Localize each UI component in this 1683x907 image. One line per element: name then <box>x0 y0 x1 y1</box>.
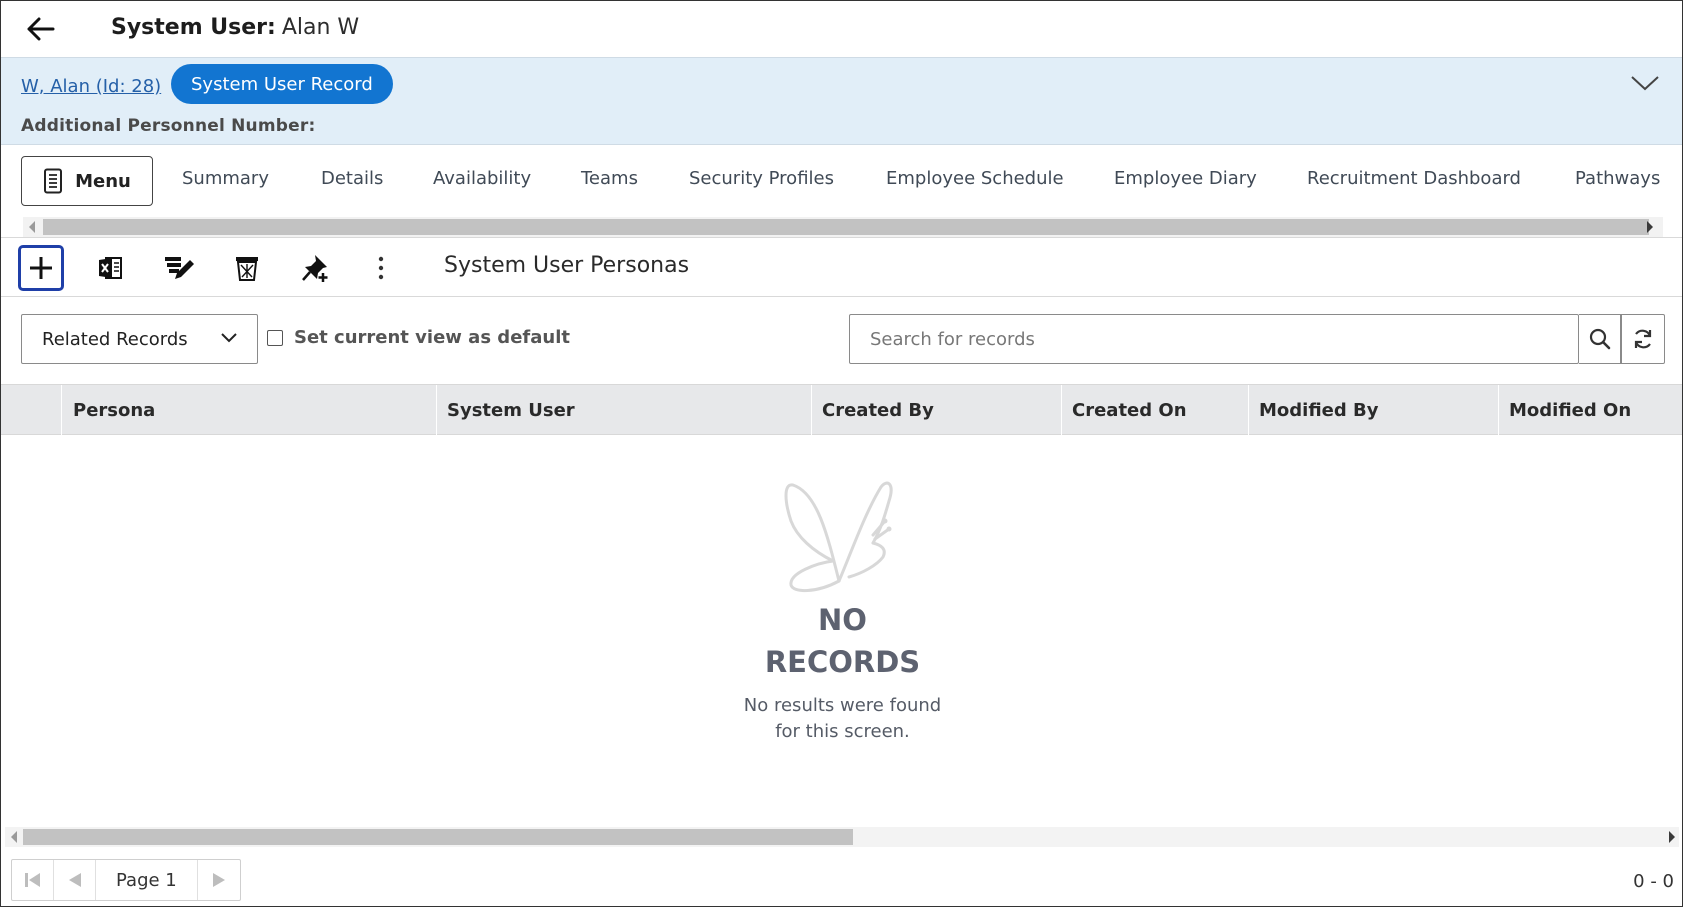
back-arrow-icon[interactable] <box>23 11 59 47</box>
first-page-button[interactable] <box>12 860 54 900</box>
set-default-view-checkbox[interactable] <box>267 330 283 346</box>
next-page-icon <box>212 873 225 887</box>
toolbar: System User Personas <box>1 239 1682 297</box>
next-page-button[interactable] <box>198 860 240 900</box>
more-options-button[interactable] <box>358 245 404 291</box>
delete-button[interactable] <box>224 245 270 291</box>
set-default-view-label[interactable]: Set current view as default <box>294 327 570 348</box>
tab-security-profiles[interactable]: Security Profiles <box>689 168 834 189</box>
record-count: 0 - 0 <box>1633 871 1674 892</box>
scroll-left-arrow-icon[interactable] <box>29 221 35 233</box>
refresh-icon <box>1634 329 1652 349</box>
empty-state-message-line2: for this screen. <box>775 721 910 742</box>
tab-employee-diary[interactable]: Employee Diary <box>1114 168 1257 189</box>
more-vertical-icon <box>378 256 384 280</box>
empty-state-message-line1: No results were found <box>743 695 942 716</box>
menu-button-label: Menu <box>75 170 131 192</box>
column-header-persona[interactable]: Persona <box>61 385 436 435</box>
scroll-right-arrow-icon[interactable] <box>1669 831 1675 843</box>
section-title: System User Personas <box>444 253 690 278</box>
page-title-label: System User: <box>111 15 276 40</box>
search-box <box>849 314 1579 364</box>
view-select[interactable]: Related Records <box>21 314 258 364</box>
page-title: System User: Alan W <box>111 15 359 40</box>
first-page-icon <box>24 873 40 887</box>
search-button[interactable] <box>1579 314 1621 364</box>
app-window: System User: Alan W W, Alan (Id: 28) Syst… <box>0 0 1683 907</box>
page-indicator: Page 1 <box>96 860 198 900</box>
tab-teams[interactable]: Teams <box>581 168 638 189</box>
search-icon <box>1589 328 1610 350</box>
menu-list-icon <box>44 168 63 194</box>
scroll-left-arrow-icon[interactable] <box>11 831 17 843</box>
scrollbar-thumb[interactable] <box>23 829 853 845</box>
tab-summary[interactable]: Summary <box>182 168 269 189</box>
menu-button[interactable]: Menu <box>21 156 153 206</box>
column-header-modified-by[interactable]: Modified By <box>1248 385 1498 435</box>
tab-strip: Menu Summary Details Availability Teams … <box>1 146 1682 214</box>
top-bar: System User: Alan W <box>1 1 1682 57</box>
tabs-horizontal-scrollbar[interactable] <box>23 217 1663 237</box>
bulk-edit-button[interactable] <box>156 245 202 291</box>
add-button[interactable] <box>18 245 64 291</box>
tab-pathways[interactable]: Pathways <box>1575 168 1660 189</box>
previous-page-button[interactable] <box>54 860 96 900</box>
tab-employee-schedule[interactable]: Employee Schedule <box>886 168 1064 189</box>
empty-state-message: No results were found for this screen. <box>1 693 1682 745</box>
pin-add-button[interactable] <box>293 245 339 291</box>
chevron-down-icon[interactable] <box>1628 68 1662 98</box>
previous-page-icon <box>68 873 81 887</box>
grid-horizontal-scrollbar[interactable] <box>5 827 1679 847</box>
tab-recruitment-dashboard[interactable]: Recruitment Dashboard <box>1307 168 1521 189</box>
column-header-created-on[interactable]: Created On <box>1061 385 1248 435</box>
chevron-down-icon <box>221 333 237 343</box>
column-header-system-user[interactable]: System User <box>436 385 811 435</box>
search-input[interactable] <box>850 315 1579 363</box>
pin-add-icon <box>302 255 328 282</box>
excel-export-button[interactable] <box>87 245 133 291</box>
column-header-modified-on[interactable]: Modified On <box>1498 385 1682 435</box>
scrollbar-thumb[interactable] <box>43 219 1649 235</box>
delete-icon <box>236 257 258 281</box>
butterfly-icon <box>784 481 893 592</box>
bulk-edit-icon <box>165 257 194 279</box>
view-select-value: Related Records <box>42 329 188 350</box>
grid-header: Persona System User Created By Created O… <box>1 384 1682 435</box>
scroll-right-arrow-icon[interactable] <box>1647 221 1653 233</box>
tab-availability[interactable]: Availability <box>433 168 531 189</box>
additional-personnel-number-label: Additional Personnel Number: <box>21 116 316 136</box>
refresh-button[interactable] <box>1621 314 1665 364</box>
tab-details[interactable]: Details <box>321 168 383 189</box>
empty-state-title-line2: RECORDS <box>764 645 921 679</box>
add-icon <box>30 257 52 279</box>
record-link[interactable]: W, Alan (Id: 28) <box>21 76 161 97</box>
excel-export-icon <box>99 257 122 279</box>
divider <box>1 237 1682 238</box>
record-header-band: W, Alan (Id: 28) System User Record Addi… <box>1 57 1682 145</box>
column-header-created-by[interactable]: Created By <box>811 385 1061 435</box>
page-title-value: Alan W <box>281 15 360 40</box>
empty-state-title: NO RECORDS <box>1 599 1682 683</box>
system-user-record-button[interactable]: System User Record <box>171 64 393 104</box>
pager: Page 1 <box>11 859 241 901</box>
empty-state-title-line1: NO <box>818 603 867 637</box>
